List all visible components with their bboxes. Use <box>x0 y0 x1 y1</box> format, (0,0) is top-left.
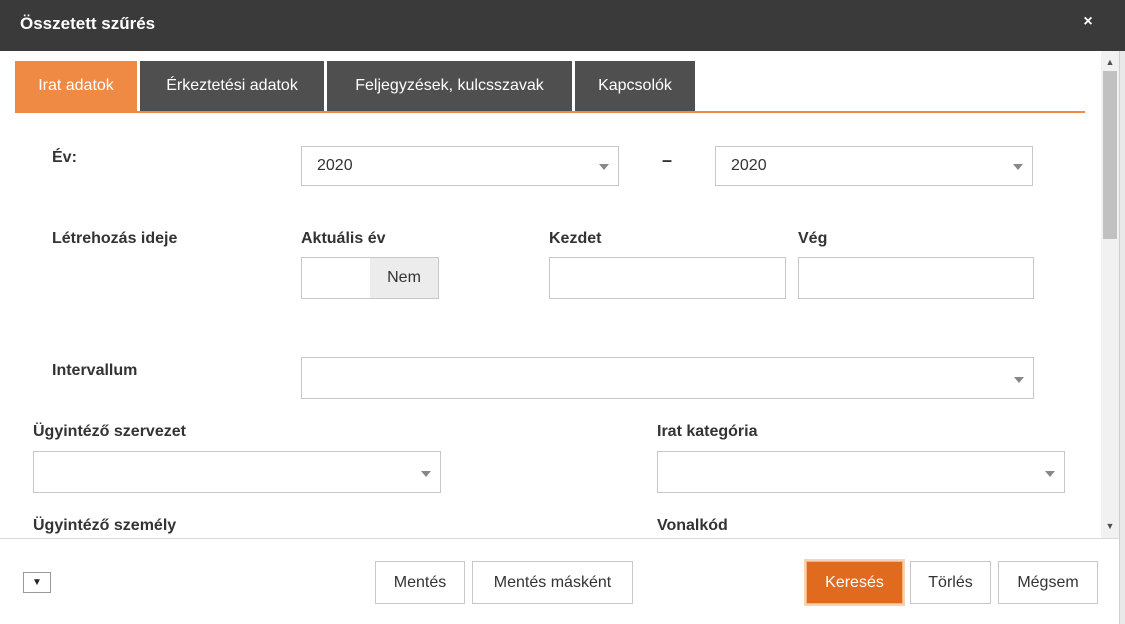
dialog-title: Összetett szűrés <box>20 14 156 33</box>
tab-irat-adatok[interactable]: Irat adatok <box>15 61 137 111</box>
intervallum-label: Intervallum <box>52 362 138 379</box>
irat-kategoria-select[interactable] <box>657 451 1065 493</box>
scroll-down-arrow-icon[interactable]: ▼ <box>1101 517 1119 535</box>
tab-kapcsolok[interactable]: Kapcsolók <box>575 61 695 111</box>
clear-button[interactable]: Törlés <box>910 561 991 604</box>
chevron-down-icon <box>421 471 431 477</box>
scroll-up-arrow-icon[interactable]: ▲ <box>1101 53 1119 71</box>
tab-erkeztetesi-adatok[interactable]: Érkeztetési adatok <box>140 61 324 111</box>
tab-underline <box>15 111 1085 113</box>
intervallum-select[interactable] <box>301 357 1034 399</box>
close-icon[interactable]: × <box>1080 12 1096 32</box>
aktualis-ev-toggle[interactable]: Nem <box>301 257 439 299</box>
kezdet-label: Kezdet <box>549 230 602 247</box>
letrehozas-ideje-label: Létrehozás ideje <box>52 230 178 247</box>
cancel-button[interactable]: Mégsem <box>998 561 1098 604</box>
chevron-down-icon <box>1013 164 1023 170</box>
chevron-down-icon <box>1045 471 1055 477</box>
chevron-down-icon <box>599 164 609 170</box>
chevron-down-icon <box>1014 377 1024 383</box>
footer-divider <box>0 538 1119 539</box>
ev-range-separator: – <box>662 150 673 170</box>
ugyintezo-szervezet-label: Ügyintéző szervezet <box>33 423 186 440</box>
veg-label: Vég <box>798 230 828 247</box>
irat-kategoria-label: Irat kategória <box>657 423 758 440</box>
options-dropdown-icon[interactable]: ▼ <box>23 572 51 593</box>
aktualis-ev-label: Aktuális év <box>301 230 386 247</box>
background-page-edge <box>1119 51 1125 624</box>
kezdet-date-input[interactable] <box>549 257 786 299</box>
vonalkod-label: Vonalkód <box>657 517 728 534</box>
save-as-button[interactable]: Mentés másként <box>472 561 633 604</box>
content-scrollbar[interactable]: ▲ ▼ <box>1101 51 1119 539</box>
scrollbar-thumb[interactable] <box>1103 71 1117 239</box>
save-button[interactable]: Mentés <box>375 561 465 604</box>
search-button[interactable]: Keresés <box>806 561 903 604</box>
toggle-value: Nem <box>370 258 438 298</box>
ugyintezo-szemely-label: Ügyintéző személy <box>33 517 177 534</box>
dialog-titlebar: Összetett szűrés × <box>0 0 1125 51</box>
ev-from-value: 2020 <box>317 157 353 174</box>
ev-from-select[interactable]: 2020 <box>301 146 619 186</box>
ev-to-select[interactable]: 2020 <box>715 146 1033 186</box>
ev-label: Év: <box>52 149 77 166</box>
ev-to-value: 2020 <box>731 157 767 174</box>
veg-date-input[interactable] <box>798 257 1034 299</box>
ugyintezo-szervezet-select[interactable] <box>33 451 441 493</box>
tab-feljegyzesek-kulcsszavak[interactable]: Feljegyzések, kulcsszavak <box>327 61 572 111</box>
